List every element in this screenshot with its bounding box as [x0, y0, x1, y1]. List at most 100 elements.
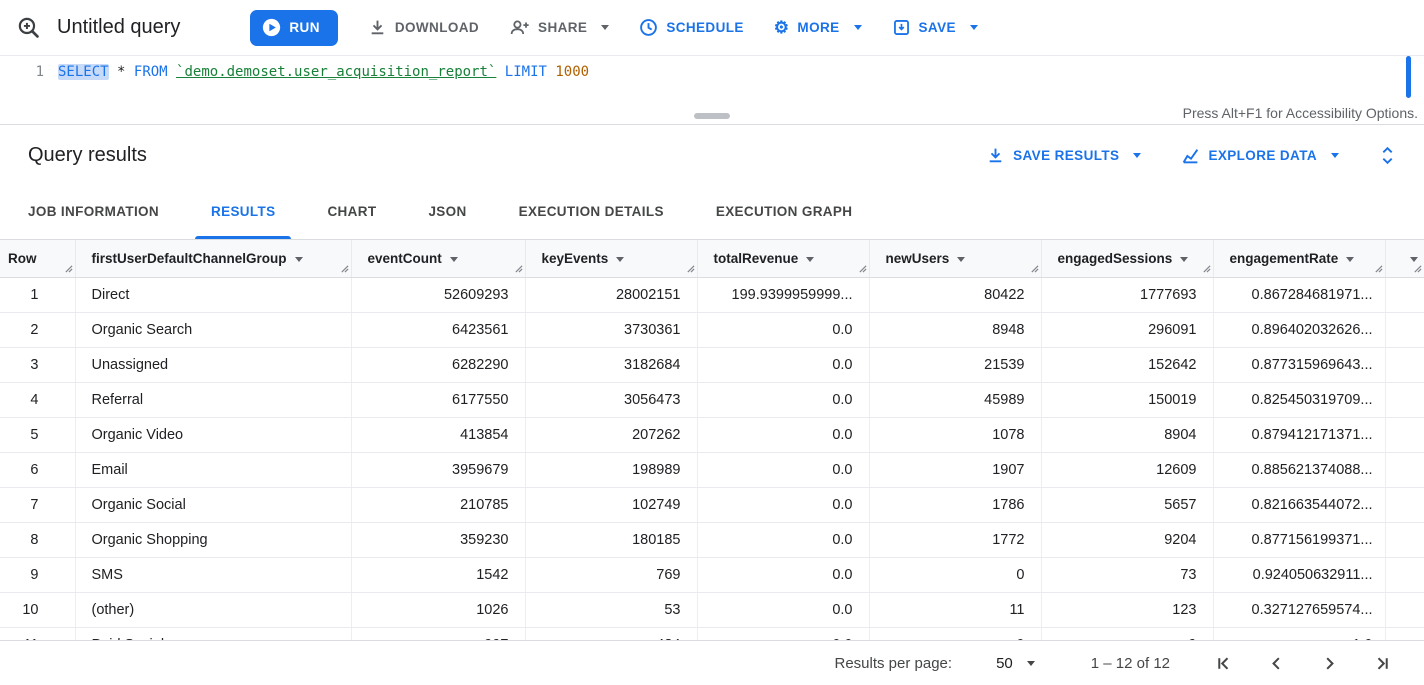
explore-data-button[interactable]: EXPLORE DATA [1181, 146, 1339, 165]
line-number: 1 [0, 56, 58, 124]
clock-icon [639, 18, 658, 37]
run-button[interactable]: RUN [250, 10, 337, 46]
column-resize-handle[interactable] [858, 264, 867, 273]
data-cell [1385, 522, 1424, 557]
column-menu-caret-icon[interactable] [1346, 257, 1354, 262]
tab-results[interactable]: RESULTS [185, 186, 301, 239]
data-cell [1385, 627, 1424, 640]
column-menu-caret-icon[interactable] [806, 257, 814, 262]
column-menu-caret-icon[interactable] [957, 257, 965, 262]
expand-results-button[interactable] [1379, 145, 1396, 166]
data-cell: 1542 [351, 557, 525, 592]
chart-icon [1181, 146, 1200, 165]
save-button[interactable]: SAVE [892, 18, 978, 37]
tab-json[interactable]: JSON [402, 186, 492, 239]
share-button-label: SHARE [538, 20, 587, 35]
column-resize-handle[interactable] [340, 264, 349, 273]
more-button[interactable]: ⚙ MORE [774, 19, 862, 36]
data-cell: 45989 [869, 382, 1041, 417]
save-results-button[interactable]: SAVE RESULTS [986, 146, 1141, 165]
data-cell: Unassigned [75, 347, 351, 382]
gear-icon: ⚙ [774, 19, 790, 36]
first-page-button[interactable] [1214, 654, 1233, 673]
data-cell: 0.877156199371... [1213, 522, 1385, 557]
data-cell [1385, 417, 1424, 452]
tab-execution-details[interactable]: EXECUTION DETAILS [493, 186, 690, 239]
page-size-select[interactable]: 50 [996, 655, 1035, 672]
sql-code-line[interactable]: SELECT * FROM `demo.demoset.user_acquisi… [58, 56, 589, 124]
dropdown-caret-icon [970, 25, 978, 30]
data-cell: 0.0 [697, 382, 869, 417]
data-cell: (other) [75, 592, 351, 627]
column-header-keyEvents[interactable]: keyEvents [525, 240, 697, 277]
table-header-row: Row firstUserDefaultChannelGroupeventCoun… [0, 240, 1424, 277]
previous-page-button[interactable] [1267, 654, 1286, 673]
column-menu-caret-icon[interactable] [1180, 257, 1188, 262]
tab-job-information[interactable]: JOB INFORMATION [2, 186, 185, 239]
data-cell: 9204 [1041, 522, 1213, 557]
column-resize-handle[interactable] [1030, 264, 1039, 273]
share-button[interactable]: SHARE [509, 18, 609, 37]
last-page-button[interactable] [1373, 654, 1392, 673]
data-cell: 123 [1041, 592, 1213, 627]
data-cell [1385, 347, 1424, 382]
data-cell: Paid Social [75, 627, 351, 640]
row-number-cell: 11 [0, 627, 75, 640]
pane-resize-handle[interactable] [694, 113, 730, 119]
column-header-firstUserDefaultChannelGroup[interactable]: firstUserDefaultChannelGroup [75, 240, 351, 277]
sql-editor[interactable]: 1 SELECT * FROM `demo.demoset.user_acqui… [0, 56, 1424, 125]
column-resize-handle[interactable] [64, 264, 73, 273]
data-cell: 0.0 [697, 557, 869, 592]
data-cell: 12609 [1041, 452, 1213, 487]
column-resize-handle[interactable] [686, 264, 695, 273]
column-header-partial[interactable] [1385, 240, 1424, 277]
play-circle-icon [262, 18, 281, 37]
column-header-engagementRate[interactable]: engagementRate [1213, 240, 1385, 277]
column-label: Row [8, 251, 37, 266]
table-row: 11Paid Social9974340.0091.0 [0, 627, 1424, 640]
column-menu-caret-icon[interactable] [295, 257, 303, 262]
column-header-engagedSessions[interactable]: engagedSessions [1041, 240, 1213, 277]
data-cell: 1786 [869, 487, 1041, 522]
data-cell: 8948 [869, 312, 1041, 347]
tab-execution-graph[interactable]: EXECUTION GRAPH [690, 186, 879, 239]
dropdown-caret-icon [601, 25, 609, 30]
download-button[interactable]: DOWNLOAD [368, 18, 479, 37]
chevron-right-icon [1320, 654, 1339, 673]
data-cell: 997 [351, 627, 525, 640]
dropdown-caret-icon [1331, 153, 1339, 158]
unfold-icon [1379, 145, 1396, 166]
schedule-button[interactable]: SCHEDULE [639, 18, 743, 37]
data-cell: 9 [1041, 627, 1213, 640]
editor-scrollbar-thumb[interactable] [1406, 56, 1411, 98]
results-title: Query results [28, 144, 147, 167]
accessibility-hint: Press Alt+F1 for Accessibility Options. [1183, 105, 1418, 121]
next-page-button[interactable] [1320, 654, 1339, 673]
column-resize-handle[interactable] [1202, 264, 1211, 273]
column-menu-caret-icon[interactable] [616, 257, 624, 262]
sql-keyword-from: FROM [134, 64, 168, 80]
column-menu-caret-icon[interactable] [1410, 257, 1418, 262]
data-cell [1385, 382, 1424, 417]
column-label: newUsers [886, 251, 950, 266]
data-cell: Organic Shopping [75, 522, 351, 557]
column-header-Row[interactable]: Row [0, 240, 75, 277]
column-resize-handle[interactable] [1413, 264, 1422, 273]
column-resize-handle[interactable] [514, 264, 523, 273]
sql-table-reference[interactable]: `demo.demoset.user_acquisition_report` [176, 64, 496, 80]
column-header-totalRevenue[interactable]: totalRevenue [697, 240, 869, 277]
row-number-cell: 2 [0, 312, 75, 347]
tab-chart[interactable]: CHART [301, 186, 402, 239]
pager-nav [1214, 654, 1392, 673]
data-cell: 296091 [1041, 312, 1213, 347]
data-cell: 0.924050632911... [1213, 557, 1385, 592]
column-header-eventCount[interactable]: eventCount [351, 240, 525, 277]
column-menu-caret-icon[interactable] [450, 257, 458, 262]
last-page-icon [1373, 654, 1392, 673]
column-resize-handle[interactable] [1374, 264, 1383, 273]
column-header-newUsers[interactable]: newUsers [869, 240, 1041, 277]
results-tab-bar: JOB INFORMATIONRESULTSCHARTJSONEXECUTION… [0, 186, 1424, 240]
data-cell: 8904 [1041, 417, 1213, 452]
row-number-cell: 9 [0, 557, 75, 592]
data-cell: 0.896402032626... [1213, 312, 1385, 347]
